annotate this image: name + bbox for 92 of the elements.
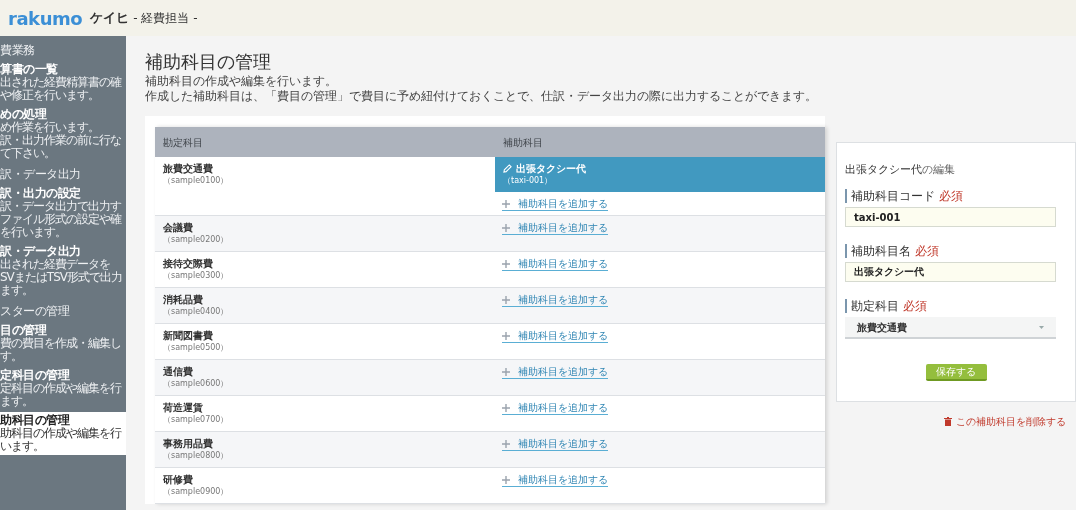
- field-label: 補助科目コード 必須: [845, 189, 963, 203]
- plus-icon: [502, 199, 510, 208]
- column-header: 勘定科目: [162, 135, 204, 150]
- sidebar-item-description: め作業を行います。: [0, 121, 99, 134]
- field-label: 勘定科目 必須: [845, 299, 927, 313]
- account-name: 通信費: [163, 365, 193, 378]
- role-label: - 経費担当 -: [133, 10, 198, 27]
- sidebar-item-description: や修正を行います。: [0, 89, 99, 102]
- add-subaccount-link[interactable]: 補助科目を追加する: [502, 221, 608, 235]
- account-code: （sample0900）: [163, 486, 229, 497]
- sidebar-item-description: ファイル形式の設定や確: [0, 213, 121, 226]
- edit-panel-title: 出張タクシー代の編集: [845, 163, 955, 177]
- delete-link[interactable]: この補助科目を削除する: [944, 414, 1066, 429]
- account-name: 新聞図書費: [163, 329, 213, 342]
- sidebar-item-description: て下さい。: [0, 147, 55, 160]
- account-code: （sample0500）: [163, 342, 229, 353]
- account-code: （sample0400）: [163, 306, 229, 317]
- sidebar-section-title: 費業務: [0, 44, 35, 57]
- sidebar-item-title: 算書の一覧: [0, 63, 58, 76]
- sidebar-item-title: 定科目の管理: [0, 369, 69, 382]
- app-name: ケイヒ: [90, 9, 130, 28]
- add-subaccount-link[interactable]: 補助科目を追加する: [502, 329, 608, 343]
- logo[interactable]: rakumo: [8, 4, 83, 32]
- sidebar-item-description: 出された経費データを: [0, 258, 110, 271]
- sidebar-item-description: 助科目の作成や編集を行: [0, 427, 121, 440]
- sidebar-item-description: います。: [0, 440, 44, 453]
- sidebar-item-title: めの処理: [0, 108, 46, 121]
- plus-icon: [502, 439, 510, 448]
- sidebar-item-description: ます。: [0, 395, 33, 408]
- subaccount-code: （taxi-001）: [503, 175, 553, 186]
- account-name: 事務用品費: [163, 437, 213, 450]
- sidebar-item[interactable]: 定科目の管理 定科目の作成や編集を行 ます。: [0, 367, 126, 410]
- page-description: 作成した補助科目は、「費目の管理」で費目に予め紐付けておくことで、仕訳・データ出力の際に出力することができます。: [145, 89, 817, 104]
- sidebar-item-description: 定科目の作成や編集を行: [0, 382, 121, 395]
- account-code: （sample0300）: [163, 270, 229, 281]
- add-subaccount-link[interactable]: 補助科目を追加する: [502, 293, 608, 307]
- sidebar-item-title: 助科目の管理: [0, 414, 69, 427]
- add-subaccount-link[interactable]: 補助科目を追加する: [502, 437, 608, 451]
- caret-icon: [1039, 325, 1044, 329]
- text-field[interactable]: 出張タクシー代: [845, 262, 1056, 282]
- add-subaccount-link[interactable]: 補助科目を追加する: [502, 401, 608, 415]
- select-field[interactable]: 旅費交通費: [845, 317, 1056, 339]
- sidebar-item-title: 訳・データ出力: [0, 245, 81, 258]
- sidebar-item-title: 目の管理: [0, 324, 46, 337]
- sidebar-item-description: 訳・データ出力で出力す: [0, 200, 121, 213]
- text-field[interactable]: taxi-001: [845, 207, 1056, 227]
- account-code: （sample0600）: [163, 378, 229, 389]
- page-title: 補助科目の管理: [145, 50, 271, 74]
- account-name: 会議費: [163, 221, 193, 234]
- add-subaccount-link[interactable]: 補助科目を追加する: [502, 257, 608, 271]
- add-subaccount-link[interactable]: 補助科目を追加する: [502, 365, 608, 379]
- column-header: 補助科目: [502, 135, 543, 150]
- sidebar-section-title: スターの管理: [0, 305, 69, 318]
- account-code: （sample0100）: [163, 175, 229, 186]
- sidebar-item-description: す。: [0, 350, 22, 363]
- sidebar-item[interactable]: 訳・データ出力 出された経費データを SVまたはTSV形式で出力 ます。: [0, 243, 126, 299]
- plus-icon: [502, 223, 510, 232]
- sidebar-item-description: 訳・出力作業の前に行な: [0, 134, 121, 147]
- sidebar-item[interactable]: 目の管理 費の費目を作成・編集し す。: [0, 322, 126, 365]
- sidebar-item[interactable]: めの処理 め作業を行います。 訳・出力作業の前に行な て下さい。: [0, 106, 126, 162]
- account-code: （sample0700）: [163, 414, 229, 425]
- account-name: 旅費交通費: [163, 162, 213, 175]
- field-label: 補助科目名 必須: [845, 244, 939, 258]
- pencil-icon: [503, 164, 512, 173]
- sidebar-item-description: 出された経費精算書の確: [0, 76, 121, 89]
- subaccount-item[interactable]: 出張タクシー代 （taxi-001）: [495, 157, 825, 192]
- account-code: （sample0200）: [163, 234, 229, 245]
- account-name: 消耗品費: [163, 293, 203, 306]
- add-subaccount-link[interactable]: 補助科目を追加する: [502, 197, 608, 211]
- sidebar-section-title: 訳・データ出力: [0, 168, 81, 181]
- plus-icon: [502, 259, 510, 268]
- sidebar-item[interactable]: 助科目の管理 助科目の作成や編集を行 います。: [0, 412, 126, 455]
- sidebar-item-description: ます。: [0, 284, 33, 297]
- subaccount-name: 出張タクシー代: [516, 162, 586, 175]
- sidebar-item-description: SVまたはTSV形式で出力: [0, 271, 122, 284]
- sidebar-item[interactable]: 算書の一覧 出された経費精算書の確 や修正を行います。: [0, 61, 126, 104]
- trash-icon: [944, 417, 952, 426]
- account-name: 研修費: [163, 473, 193, 486]
- plus-icon: [502, 295, 510, 304]
- sidebar-item[interactable]: 訳・出力の設定 訳・データ出力で出力す ファイル形式の設定や確 を行います。: [0, 185, 126, 241]
- plus-icon: [502, 475, 510, 484]
- sidebar-item-description: を行います。: [0, 226, 66, 239]
- sidebar-item-title: 訳・出力の設定: [0, 187, 81, 200]
- plus-icon: [502, 367, 510, 376]
- account-name: 接待交際費: [163, 257, 213, 270]
- account-name: 荷造運賃: [163, 401, 203, 414]
- sidebar-item-description: 費の費目を作成・編集し: [0, 337, 121, 350]
- account-code: （sample0800）: [163, 450, 229, 461]
- add-subaccount-link[interactable]: 補助科目を追加する: [502, 473, 608, 487]
- plus-icon: [502, 403, 510, 412]
- page-description: 補助科目の作成や編集を行います。: [145, 74, 337, 89]
- plus-icon: [502, 331, 510, 340]
